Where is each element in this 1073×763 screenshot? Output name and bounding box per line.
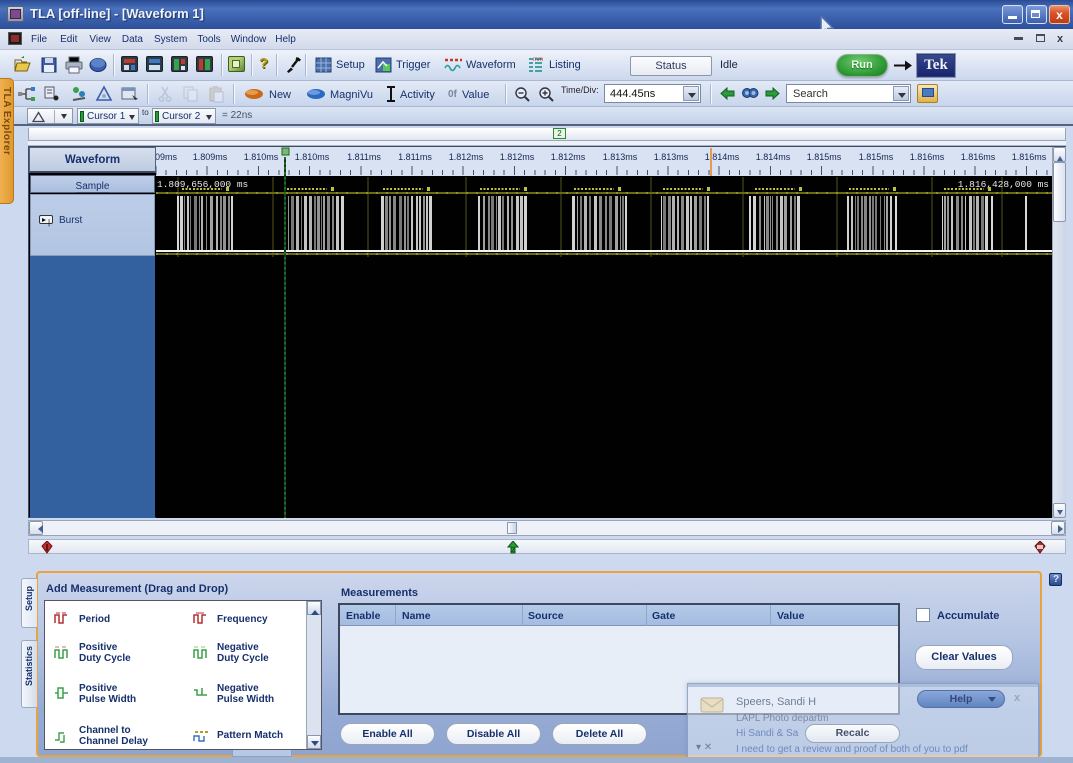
svg-text:1.812ms: 1.812ms bbox=[551, 152, 586, 162]
svg-text:1.812ms: 1.812ms bbox=[449, 152, 484, 162]
svg-text:1.813ms: 1.813ms bbox=[654, 152, 689, 162]
svg-text:1.811ms: 1.811ms bbox=[347, 152, 381, 162]
svg-text:1.811ms: 1.811ms bbox=[398, 152, 432, 162]
svg-text:1.810ms: 1.810ms bbox=[295, 152, 330, 162]
svg-text:1.816ms: 1.816ms bbox=[910, 152, 945, 162]
svg-text:1.815ms: 1.815ms bbox=[859, 152, 894, 162]
svg-text:1.810ms: 1.810ms bbox=[244, 152, 279, 162]
svg-text:09ms: 09ms bbox=[156, 152, 178, 162]
svg-text:1.815ms: 1.815ms bbox=[807, 152, 842, 162]
svg-text:2: 2 bbox=[511, 547, 515, 554]
svg-text:1.816,428,000 ms: 1.816,428,000 ms bbox=[958, 179, 1049, 190]
svg-text:1.816ms: 1.816ms bbox=[1012, 152, 1047, 162]
svg-text:mm: mm bbox=[533, 57, 543, 63]
svg-text:1.814ms: 1.814ms bbox=[705, 152, 740, 162]
svg-text:1.812ms: 1.812ms bbox=[500, 152, 535, 162]
svg-text:1.816ms: 1.816ms bbox=[961, 152, 996, 162]
svg-text:1.809ms: 1.809ms bbox=[193, 152, 228, 162]
svg-text:1.814ms: 1.814ms bbox=[756, 152, 791, 162]
svg-text:1.813ms: 1.813ms bbox=[603, 152, 638, 162]
svg-text:1.809,656,000 ms: 1.809,656,000 ms bbox=[157, 179, 248, 190]
